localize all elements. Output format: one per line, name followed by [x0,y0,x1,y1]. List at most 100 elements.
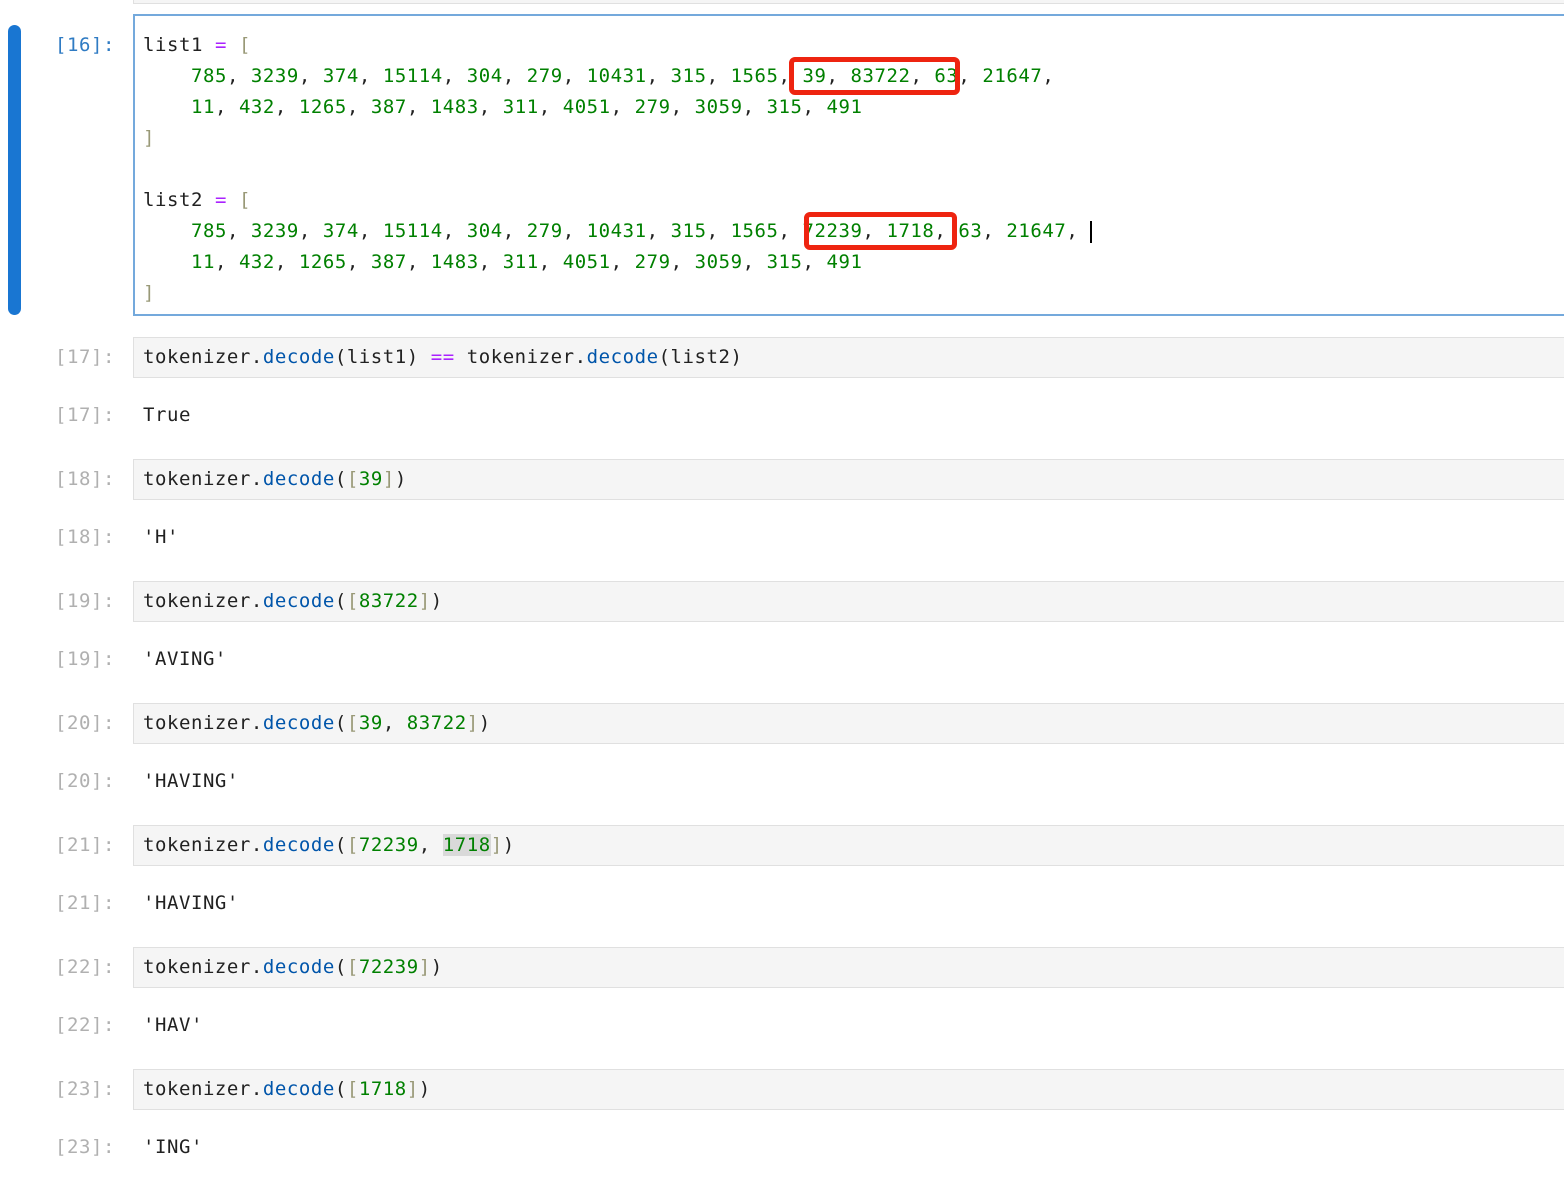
code-token: , [982,220,1006,242]
code-token: 315 [671,65,707,87]
code-line: 11, 432, 1265, 387, 1483, 311, 4051, 279… [143,92,1564,123]
code-token: , [215,251,239,273]
input-prompt-22: [22]: [0,957,115,978]
code-token: decode [263,468,335,490]
code-token: 279 [635,96,671,118]
code-token: 4051 [563,96,611,118]
code-token: , [347,96,371,118]
code-token: tokenizer. [455,346,587,368]
notebook-cell-17: [17]: tokenizer.decode(list1) == tokeniz… [0,337,1564,459]
code-token: 304 [467,65,503,87]
code-token: 21647 [1006,220,1066,242]
code-token: 3239 [251,220,299,242]
code-token: , [779,65,803,87]
code-token: ] [383,468,395,490]
code-token: 491 [827,96,863,118]
cell-21-output: 'HAVING' [143,893,239,914]
input-prompt-17: [17]: [0,347,115,368]
code-line: list2 = [ [143,185,1564,216]
code-token: , [215,96,239,118]
code-token: ) [479,712,491,734]
code-token: , [479,96,503,118]
cell-17-editor[interactable]: tokenizer.decode(list1) == tokenizer.dec… [133,337,1564,378]
code-token: [ [239,34,251,56]
output-prompt-18: [18]: [0,527,115,548]
code-token: = [215,34,227,56]
input-prompt-20: [20]: [0,713,115,734]
code-token: , [275,96,299,118]
code-token: 1565 [731,220,779,242]
code-token: ( [335,712,347,734]
code-token [143,220,191,242]
code-token: , [779,220,803,242]
code-line: tokenizer.decode([83722]) [143,590,443,612]
code-line: list1 = [ [143,30,1564,61]
code-token: [ [347,468,359,490]
code-token: ] [143,127,155,149]
cell-19-editor[interactable]: tokenizer.decode([83722]) [133,581,1564,622]
code-token: 1565 [731,65,779,87]
code-token: ( [335,468,347,490]
code-token: 39 [359,712,383,734]
cell-23-editor[interactable]: tokenizer.decode([1718]) [133,1069,1564,1110]
cell-20-editor[interactable]: tokenizer.decode([39, 83722]) [133,703,1564,744]
code-token: , [299,220,323,242]
code-token: [ [347,834,359,856]
code-token: [ [347,590,359,612]
code-token: 432 [239,251,275,273]
code-token: , [1066,220,1078,242]
code-token: , [611,251,635,273]
input-prompt-19: [19]: [0,591,115,612]
code-token: == [431,346,455,368]
code-token: , [275,251,299,273]
code-token: , [539,251,563,273]
code-token: tokenizer. [143,834,263,856]
cell-22-editor[interactable]: tokenizer.decode([72239]) [133,947,1564,988]
code-token: , [227,65,251,87]
code-line: tokenizer.decode([72239, 1718]) [143,834,515,856]
code-token: , [743,96,767,118]
code-token: , [647,65,671,87]
code-token: 374 [323,65,359,87]
input-prompt-18: [18]: [0,469,115,490]
active-cell-collapser-bar[interactable] [8,25,21,315]
code-token: , [299,65,323,87]
cell-16-code: list1 = [ 785, 3239, 374, 15114, 304, 27… [143,30,1564,309]
code-token: 21647 [982,65,1042,87]
code-token: 63 [958,220,982,242]
code-token: [ [347,712,359,734]
cell-22-output: 'HAV' [143,1015,203,1036]
code-line: tokenizer.decode([39, 83722]) [143,712,491,734]
code-token: (list1) [335,346,431,368]
previous-cell-bottom-edge [133,0,1564,4]
code-line: tokenizer.decode([39]) [143,468,407,490]
output-prompt-17: [17]: [0,405,115,426]
cell-18-editor[interactable]: tokenizer.decode([39]) [133,459,1564,500]
code-token [143,96,191,118]
code-token: 83722 [850,65,910,87]
code-token: 10431 [587,220,647,242]
code-token: , [862,220,886,242]
code-token: , [503,65,527,87]
code-line: 785, 3239, 374, 15114, 304, 279, 10431, … [143,216,1564,247]
notebook-cell-20: [20]: tokenizer.decode([39, 83722]) [20]… [0,703,1564,825]
cell-21-editor[interactable]: tokenizer.decode([72239, 1718]) [133,825,1564,866]
code-token: 15114 [383,220,443,242]
code-token: ( [335,1078,347,1100]
code-token: decode [263,1078,335,1100]
code-token: tokenizer. [143,590,263,612]
code-token: ( [335,956,347,978]
code-token: 11 [191,251,215,273]
code-token: ] [143,282,155,304]
output-prompt-23: [23]: [0,1137,115,1158]
notebook-canvas: { "colors": { "txt": "#212121", "num": "… [0,0,1564,1178]
cell-16-editor[interactable]: list1 = [ 785, 3239, 374, 15114, 304, 27… [133,14,1564,316]
code-token: , [707,220,731,242]
code-token: 10431 [587,65,647,87]
code-token: 304 [467,220,503,242]
code-token: 315 [767,251,803,273]
code-line: 785, 3239, 374, 15114, 304, 279, 10431, … [143,61,1564,92]
code-token: 15114 [383,65,443,87]
code-token: 374 [323,220,359,242]
code-token: decode [263,712,335,734]
